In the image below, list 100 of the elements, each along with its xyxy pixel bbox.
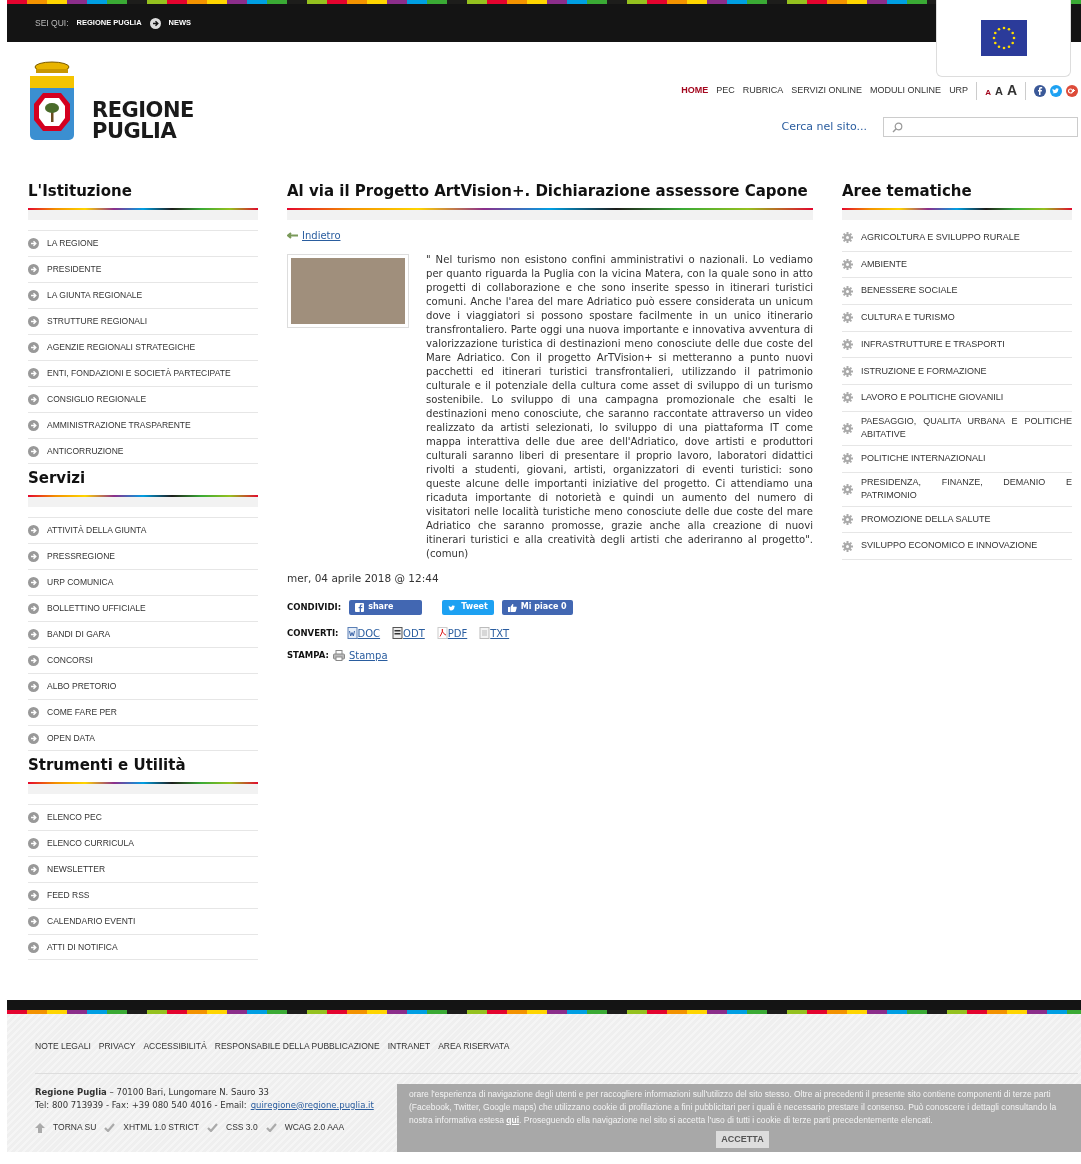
topic-item[interactable]: CULTURA E TURISMO — [842, 305, 1072, 332]
nav-link[interactable]: MODULI ONLINE — [870, 83, 942, 98]
address-text: Regione Puglia – 70100 Bari, Lungomare N. Sauro 33 — [35, 1085, 271, 1099]
topic-item[interactable]: AMBIENTE — [842, 251, 1072, 279]
topic-item[interactable]: POLITICHE INTERNAZIONALI — [842, 445, 1072, 473]
pdf-file-icon — [436, 627, 448, 640]
gear-icon — [842, 339, 853, 351]
arrow-right-icon — [28, 732, 39, 744]
gear-icon — [842, 483, 853, 495]
arrow-right-icon — [28, 603, 39, 614]
arrow-right-icon — [28, 681, 39, 692]
arrow-right-icon — [28, 525, 39, 536]
topic-item[interactable]: INFRASTRUTTURE E TRASPORTI — [842, 331, 1072, 359]
topic-item[interactable]: ISTRUZIONE E FORMAZIONE — [842, 358, 1072, 386]
menu-item[interactable]: ATTIVITÀ DELLA GIUNTA — [28, 517, 258, 543]
nav-link[interactable]: PEC — [716, 83, 735, 98]
topic-item[interactable]: PRESIDENZA, FINANZE, DEMANIO E PATRIMONIO — [842, 472, 1072, 507]
topic-item[interactable]: PROMOZIONE DELLA SALUTE — [842, 506, 1072, 534]
menu-item[interactable]: PRESIDENTE — [28, 256, 258, 282]
document-icon — [479, 627, 491, 640]
check-icon — [265, 1123, 277, 1133]
topic-item[interactable]: AGRICOLTURA E SVILUPPO RURALE — [842, 225, 1072, 252]
menu-item[interactable]: FEED RSS — [28, 882, 258, 908]
accept-button[interactable]: ACCETTA — [716, 1130, 769, 1148]
footer-link[interactable]: NOTE LEGALI — [35, 1040, 91, 1053]
topic-item[interactable]: SVILUPPO ECONOMICO E INNOVAZIONE — [842, 533, 1072, 560]
check-icon — [104, 1123, 116, 1133]
facebook-icon — [355, 602, 365, 612]
menu-item[interactable]: NEWSLETTER — [28, 856, 258, 882]
file-link[interactable]: ODT — [403, 625, 425, 641]
arrow-right-icon — [28, 342, 39, 353]
arrow-right-icon — [28, 916, 39, 927]
menu-item[interactable]: URP COMUNICA — [28, 569, 258, 595]
file-link[interactable]: TXT — [490, 625, 510, 641]
topic-item[interactable]: PAESAGGIO, QUALITA URBANA E POLITICHE ABITATIVE — [842, 411, 1072, 446]
document-icon — [392, 627, 404, 640]
footer-link[interactable]: AREA RISERVATA — [438, 1040, 510, 1053]
footer-link[interactable]: PRIVACY — [98, 1040, 136, 1053]
menu-item[interactable]: CONSIGLIO REGIONALE — [28, 386, 258, 412]
footer-link[interactable]: RESPONSABILE DELLA PUBBLICAZIONE — [214, 1040, 380, 1053]
arrow-right-icon — [28, 420, 39, 431]
search-field[interactable] — [883, 117, 1078, 137]
topic-item[interactable]: LAVORO E POLITICHE GIOVANILI — [842, 385, 1072, 412]
facebook-icon[interactable] — [1034, 84, 1046, 97]
arrow-up-icon — [35, 1122, 45, 1133]
menu-item[interactable]: ELENCO PEC — [28, 804, 258, 830]
print-link[interactable]: Stampa — [348, 647, 388, 663]
font-size-button[interactable]: A — [994, 83, 1003, 100]
menu-item[interactable]: PRESSREGIONE — [28, 543, 258, 569]
menu-item[interactable]: STRUTTURE REGIONALI — [28, 308, 258, 334]
menu-item[interactable]: BOLLETTINO UFFICIALE — [28, 595, 258, 621]
email-link[interactable]: quiregione@regione.puglia.it — [250, 1098, 374, 1112]
nav-link[interactable]: SERVIZI ONLINE — [791, 83, 863, 98]
gear-icon — [842, 513, 853, 525]
search-label: Cerca nel sito... — [781, 118, 867, 135]
menu-item[interactable]: AGENZIE REGIONALI STRATEGICHE — [28, 334, 258, 360]
menu-item[interactable]: CALENDARIO EVENTI — [28, 908, 258, 934]
file-link[interactable]: DOC — [357, 625, 381, 641]
menu-item[interactable]: ENTI, FONDAZIONI E SOCIETÀ PARTECIPATE — [28, 360, 258, 386]
gear-icon — [842, 365, 853, 377]
menu-item[interactable]: ANTICORRUZIONE — [28, 438, 258, 464]
logo-text: REGIONE PUGLIA — [92, 100, 194, 142]
menu-item[interactable]: CONCORSI — [28, 647, 258, 673]
menu-item[interactable]: ATTI DI NOTIFICA — [28, 934, 258, 960]
nav-link[interactable]: URP — [949, 83, 969, 98]
font-size-button[interactable]: A — [985, 87, 991, 99]
menu-item[interactable]: LA REGIONE — [28, 230, 258, 256]
font-size-button[interactable]: A — [1006, 80, 1017, 101]
back-link[interactable]: Indietro — [302, 228, 341, 243]
share-label: CONDIVIDI: — [287, 600, 342, 614]
topic-item[interactable]: BENESSERE SOCIALE — [842, 278, 1072, 306]
file-link[interactable]: PDF — [447, 625, 468, 641]
like-button[interactable]: Mi piace 0 — [501, 599, 573, 615]
nav-link[interactable]: HOME — [681, 83, 709, 98]
back-to-top-link[interactable]: TORNA SU — [53, 1121, 97, 1134]
menu-item[interactable]: OPEN DATA — [28, 725, 258, 751]
menu-item[interactable]: ALBO PRETORIO — [28, 673, 258, 699]
menu-item[interactable]: AMMINISTRAZIONE TRASPARENTE — [28, 412, 258, 438]
check-icon — [207, 1123, 219, 1133]
arrow-right-icon — [28, 655, 39, 666]
arrow-right-icon — [149, 17, 161, 29]
menu-item[interactable]: ELENCO CURRICULA — [28, 830, 258, 856]
google-plus-icon[interactable] — [1066, 84, 1078, 97]
standard-label: CSS 3.0 — [226, 1121, 258, 1134]
footer-link[interactable]: ACCESSIBILITÁ — [143, 1040, 207, 1053]
arrow-right-icon — [28, 290, 39, 301]
arrow-right-icon — [28, 812, 39, 823]
print-label: STAMPA: — [287, 648, 329, 662]
footer-link[interactable]: INTRANET — [387, 1040, 431, 1053]
section-heading: L'Istituzione — [28, 182, 133, 202]
arrow-right-icon — [28, 838, 39, 849]
arrow-right-icon — [28, 890, 39, 901]
menu-item[interactable]: BANDI DI GARA — [28, 621, 258, 647]
thumbs-up-icon — [507, 602, 517, 612]
nav-link[interactable]: RUBRICA — [742, 83, 784, 98]
menu-item[interactable]: COME FARE PER — [28, 699, 258, 725]
facebook-share-button[interactable]: share — [349, 599, 423, 615]
menu-item[interactable]: LA GIUNTA REGIONALE — [28, 282, 258, 308]
twitter-icon[interactable] — [1050, 84, 1062, 97]
arrow-right-icon — [28, 551, 39, 562]
